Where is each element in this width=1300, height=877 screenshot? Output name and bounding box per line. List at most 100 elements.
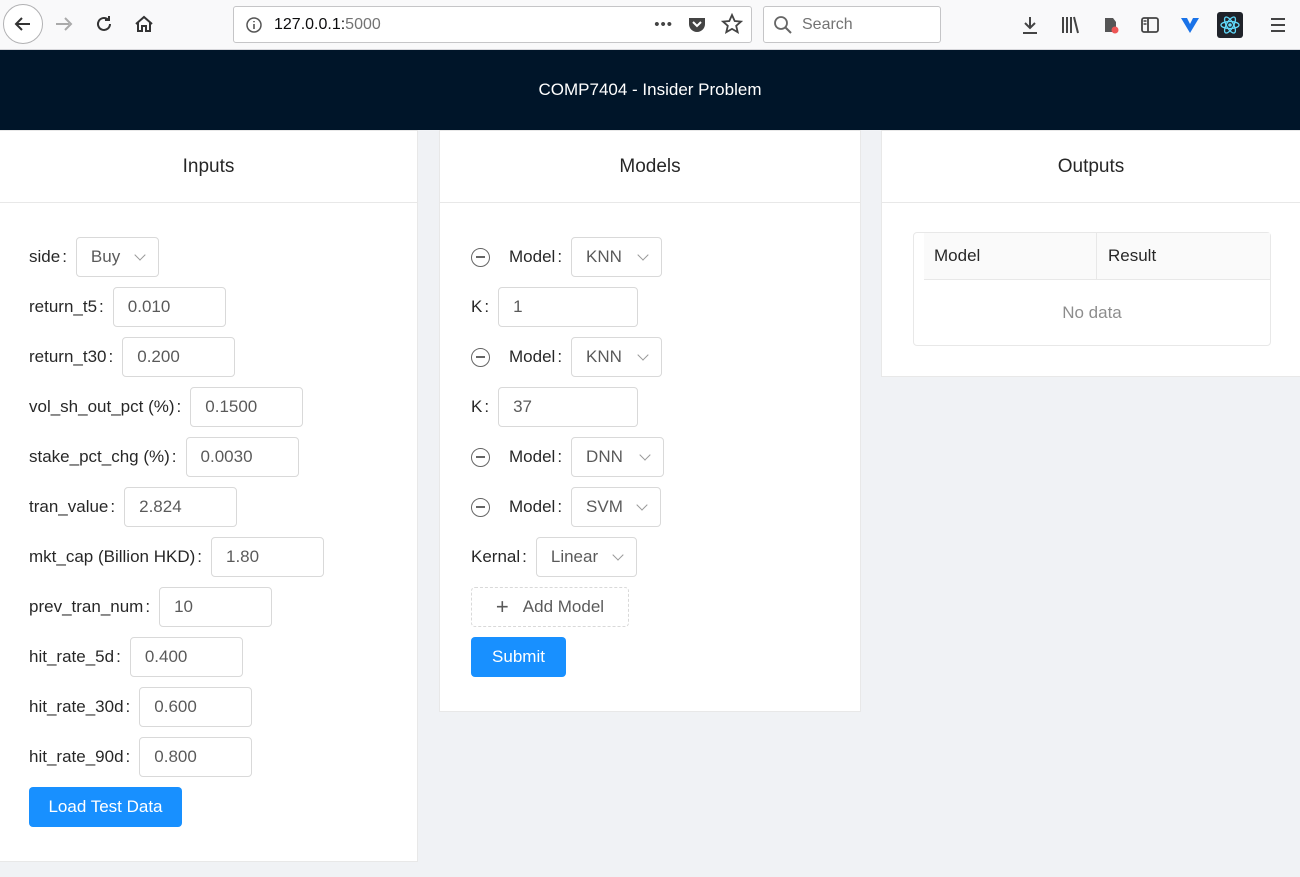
k-row-1: K: 1 <box>471 287 639 327</box>
field-label: vol_sh_out_pct (%) <box>29 397 175 416</box>
tran-value-input[interactable]: 2.824 <box>124 487 238 527</box>
k-label: K <box>471 297 483 316</box>
return-t5-input[interactable]: 0.010 <box>112 287 226 327</box>
search-icon <box>764 15 802 35</box>
model-row-1: Model: KNN <box>471 237 663 277</box>
field-mkt-cap: mkt_cap (Billion HKD): 1.80 <box>29 537 324 577</box>
k-row-2: K: 37 <box>471 387 639 427</box>
model-row-2: Model: KNN <box>471 337 663 377</box>
hit-rate-90d-input[interactable]: 0.800 <box>139 737 253 777</box>
model-select-value: SVM <box>586 497 623 516</box>
chevron-down-icon <box>636 498 648 511</box>
model-select-value: DNN <box>586 447 623 466</box>
load-test-data-button[interactable]: Load Test Data <box>29 787 182 827</box>
field-label: stake_pct_chg (%) <box>29 447 170 466</box>
inputs-card: Inputs side: Buy return_t5: 0.010 return… <box>0 130 418 862</box>
model-label: Model <box>509 497 556 516</box>
react-devtools-icon[interactable] <box>1217 12 1243 38</box>
models-card: Models Model: KNN K: 1 Model: KNN K: 37 … <box>439 130 861 712</box>
field-label: prev_tran_num <box>29 597 144 616</box>
inputs-title: Inputs <box>0 131 417 203</box>
field-label: side <box>29 247 61 266</box>
hit-rate-30d-input[interactable]: 0.600 <box>139 687 253 727</box>
k-input[interactable]: 37 <box>498 387 639 427</box>
downloads-icon[interactable] <box>1017 12 1043 38</box>
outputs-card: Outputs Model Result No data <box>881 130 1300 377</box>
model-label: Model <box>509 447 556 466</box>
search-placeholder: Search <box>802 15 853 33</box>
model-select[interactable]: KNN <box>571 237 663 277</box>
pocket-icon[interactable] <box>687 14 707 34</box>
model-row-3: Model: DNN <box>471 437 665 477</box>
vue-devtools-icon[interactable] <box>1177 12 1203 38</box>
k-input[interactable]: 1 <box>498 287 639 327</box>
back-button[interactable] <box>3 4 43 44</box>
app-title: COMP7404 - Insider Problem <box>538 80 762 99</box>
mkt-cap-input[interactable]: 1.80 <box>211 537 324 577</box>
kernal-label: Kernal <box>471 547 521 566</box>
remove-model-icon[interactable] <box>471 247 490 267</box>
field-stake-pct-chg: stake_pct_chg (%): 0.0030 <box>29 437 299 477</box>
column-header-model[interactable]: Model <box>924 233 1097 279</box>
prev-tran-num-input[interactable]: 10 <box>159 587 273 627</box>
remove-model-icon[interactable] <box>471 347 490 367</box>
submit-button[interactable]: Submit <box>471 637 566 677</box>
menu-icon[interactable] <box>1265 12 1291 38</box>
field-label: hit_rate_90d <box>29 747 124 766</box>
plus-icon: + <box>495 594 509 619</box>
kernal-row: Kernal: Linear <box>471 537 637 577</box>
remove-model-icon[interactable] <box>471 497 490 517</box>
forward-arrow-icon <box>56 17 73 31</box>
url-port: 5000 <box>345 15 381 33</box>
model-select[interactable]: SVM <box>571 487 662 527</box>
model-select[interactable]: KNN <box>571 337 663 377</box>
sidebar-icon[interactable] <box>1137 12 1163 38</box>
model-select-value: KNN <box>586 247 622 266</box>
field-side: side: Buy <box>29 237 159 277</box>
home-button[interactable] <box>130 10 158 38</box>
model-select[interactable]: DNN <box>571 437 665 477</box>
url-bar[interactable]: 127.0.0.1: 5000 ••• <box>233 6 752 43</box>
search-bar[interactable]: Search <box>763 6 941 43</box>
reload-icon <box>97 16 111 31</box>
field-prev-tran-num: prev_tran_num: 10 <box>29 587 273 627</box>
bookmark-star-icon[interactable] <box>721 13 743 35</box>
model-label: Model <box>509 347 556 366</box>
kernal-select-value: Linear <box>550 547 599 566</box>
chevron-down-icon <box>639 448 651 461</box>
library-icon[interactable] <box>1057 12 1083 38</box>
side-select-value: Buy <box>90 247 121 266</box>
empty-placeholder: No data <box>1062 303 1122 322</box>
browser-toolbar: 127.0.0.1: 5000 ••• Search <box>0 0 1300 50</box>
field-hit-rate-5d: hit_rate_5d: 0.400 <box>29 637 243 677</box>
field-label: hit_rate_5d <box>29 647 115 666</box>
stake-pct-chg-input[interactable]: 0.0030 <box>185 437 299 477</box>
field-label: return_t5 <box>29 297 98 316</box>
return-t30-input[interactable]: 0.200 <box>122 337 236 377</box>
kernal-select[interactable]: Linear <box>535 537 637 577</box>
forward-button[interactable] <box>50 10 78 38</box>
back-arrow-icon <box>14 17 30 31</box>
page-actions-icon[interactable]: ••• <box>654 16 673 33</box>
reload-button[interactable] <box>90 10 118 38</box>
k-label: K <box>471 397 483 416</box>
field-return-t5: return_t5: 0.010 <box>29 287 226 327</box>
extension-icon[interactable] <box>1097 12 1123 38</box>
add-model-button[interactable]: + Add Model <box>471 587 629 627</box>
field-label: return_t30 <box>29 347 107 366</box>
field-return-t30: return_t30: 0.200 <box>29 337 236 377</box>
info-icon[interactable] <box>234 16 274 34</box>
field-label: tran_value <box>29 497 109 516</box>
remove-model-icon[interactable] <box>471 447 490 467</box>
app-header: COMP7404 - Insider Problem <box>0 50 1300 130</box>
vol-sh-out-pct-input[interactable]: 0.1500 <box>190 387 304 427</box>
add-model-label: Add Model <box>522 597 605 616</box>
side-select[interactable]: Buy <box>75 237 159 277</box>
models-title: Models <box>440 131 860 203</box>
hit-rate-5d-input[interactable]: 0.400 <box>129 637 243 677</box>
field-hit-rate-30d: hit_rate_30d: 0.600 <box>29 687 253 727</box>
model-row-4: Model: SVM <box>471 487 662 527</box>
field-tran-value: tran_value: 2.824 <box>29 487 238 527</box>
home-icon <box>135 15 153 32</box>
column-header-result[interactable]: Result <box>1097 233 1156 279</box>
